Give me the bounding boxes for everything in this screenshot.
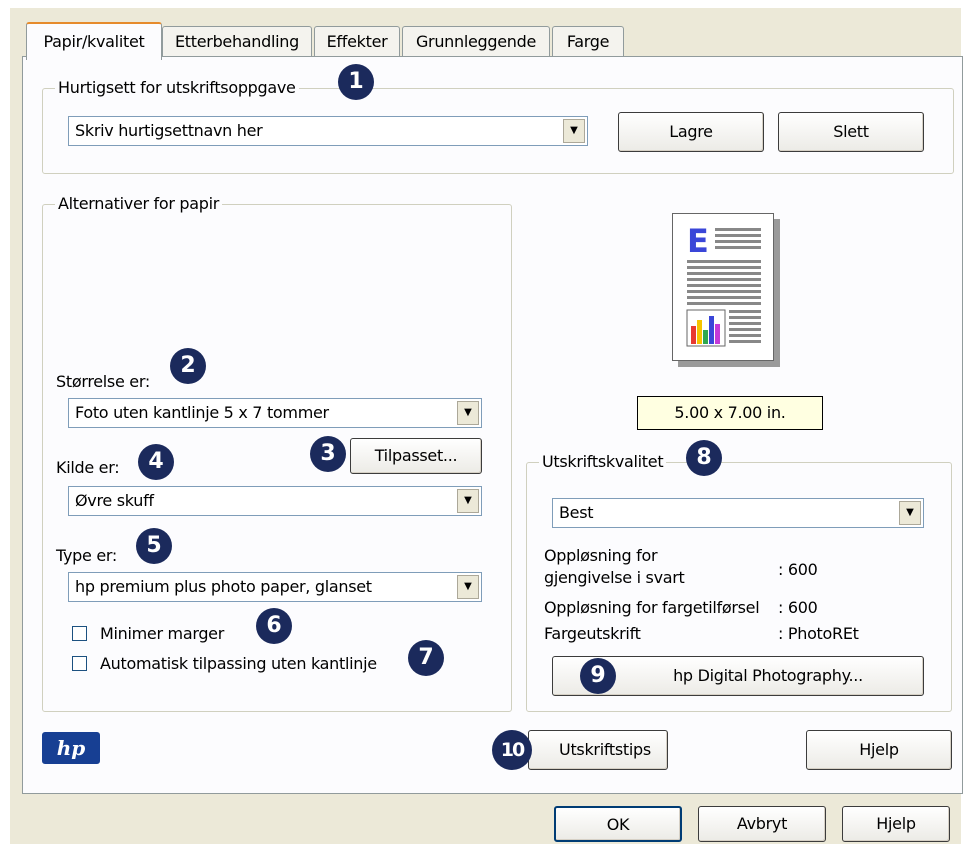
quickset-combo[interactable]: Skriv hurtigsettnavn her ▼ <box>68 116 588 146</box>
chevron-down-icon[interactable]: ▼ <box>457 489 479 513</box>
paper-options-group-label: Alternativer for papir <box>55 194 223 213</box>
minimize-margins-label: Minimer marger <box>100 624 224 643</box>
size-combo[interactable]: Foto uten kantlinje 5 x 7 tommer ▼ <box>68 398 482 428</box>
black-resolution-value: : 600 <box>778 560 818 579</box>
source-combo-value: Øvre skuff <box>75 491 154 510</box>
print-tips-button[interactable]: Utskriftstips <box>528 730 668 770</box>
color-resolution-value: : 600 <box>778 598 818 617</box>
type-combo[interactable]: hp premium plus photo paper, glanset ▼ <box>68 572 482 602</box>
print-quality-group-label: Utskriftskvalitet <box>539 452 667 471</box>
paper-size-readout: 5.00 x 7.00 in. <box>637 396 823 430</box>
callout-badge-9: 9 <box>580 658 616 694</box>
custom-size-button[interactable]: Tilpasset... <box>350 438 482 474</box>
chevron-down-icon[interactable]: ▼ <box>563 119 585 143</box>
minimize-margins-checkbox[interactable] <box>72 626 87 641</box>
chevron-down-icon[interactable]: ▼ <box>899 501 921 525</box>
source-combo[interactable]: Øvre skuff ▼ <box>68 486 482 516</box>
page-preview: E <box>672 213 774 361</box>
delete-button[interactable]: Slett <box>778 112 924 152</box>
chevron-down-icon[interactable]: ▼ <box>457 401 479 425</box>
ok-button[interactable]: OK <box>554 806 682 842</box>
callout-badge-7: 7 <box>408 640 444 676</box>
chevron-down-icon[interactable]: ▼ <box>457 575 479 599</box>
black-resolution-label-line2: gjengivelse i svart <box>544 568 685 587</box>
print-quality-combo[interactable]: Best ▼ <box>552 498 924 528</box>
auto-borderless-checkbox[interactable] <box>72 656 87 671</box>
quickset-group-label: Hurtigsett for utskriftsoppgave <box>55 78 299 97</box>
tab-effects[interactable]: Effekter <box>314 26 400 57</box>
size-label: Størrelse er: <box>56 372 150 391</box>
callout-badge-2: 2 <box>170 348 206 384</box>
callout-badge-10: 10 <box>492 730 532 770</box>
page-preview-graphic: E <box>686 222 761 347</box>
help-button-panel[interactable]: Hjelp <box>806 730 952 770</box>
digital-photography-label: hp Digital Photography... <box>673 666 863 685</box>
save-button[interactable]: Lagre <box>618 112 764 152</box>
print-quality-combo-value: Best <box>559 503 594 522</box>
tab-finishing[interactable]: Etterbehandling <box>162 26 312 57</box>
auto-borderless-label: Automatisk tilpassing uten kantlinje <box>100 654 377 673</box>
tab-basics[interactable]: Grunnleggende <box>402 26 550 57</box>
color-output-value: : PhotoREt <box>778 624 859 643</box>
callout-badge-4: 4 <box>138 444 174 480</box>
tab-color[interactable]: Farge <box>552 26 624 57</box>
type-label: Type er: <box>56 546 117 565</box>
black-resolution-label-line1: Oppløsning for <box>544 546 658 565</box>
callout-badge-5: 5 <box>136 528 172 564</box>
cancel-button[interactable]: Avbryt <box>698 806 826 842</box>
help-button-dialog[interactable]: Hjelp <box>842 806 950 842</box>
color-resolution-label: Oppløsning for fargetilførsel <box>544 598 760 617</box>
color-output-label: Fargeutskrift <box>544 624 641 643</box>
hp-logo: hp <box>42 732 100 764</box>
type-combo-value: hp premium plus photo paper, glanset <box>75 577 372 596</box>
callout-badge-8: 8 <box>686 440 722 476</box>
size-combo-value: Foto uten kantlinje 5 x 7 tommer <box>75 403 329 422</box>
quickset-combo-value: Skriv hurtigsettnavn her <box>75 121 263 140</box>
tab-paper-quality[interactable]: Papir/kvalitet <box>26 22 162 60</box>
callout-badge-1: 1 <box>338 64 374 100</box>
callout-badge-6: 6 <box>256 608 292 644</box>
source-label: Kilde er: <box>56 458 120 477</box>
page-preview-letter: E <box>687 222 709 260</box>
callout-badge-3: 3 <box>310 436 346 472</box>
